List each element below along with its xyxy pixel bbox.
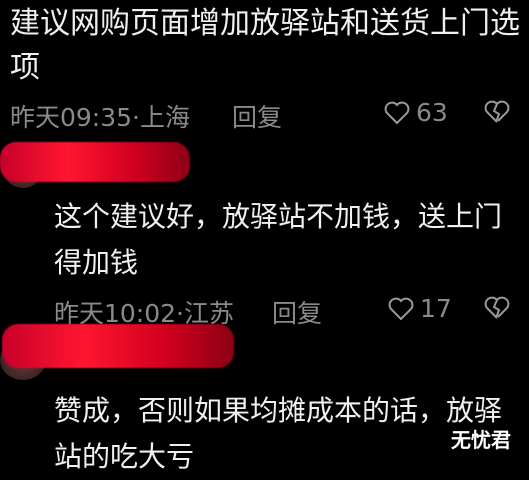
reply-1-dislike-button[interactable] xyxy=(484,296,510,320)
reply-1-like-count: 17 xyxy=(420,294,452,323)
post-dislike-button[interactable] xyxy=(484,100,510,124)
heart-icon xyxy=(384,101,410,125)
post-time-location: 昨天09:35·上海 xyxy=(10,103,190,132)
heart-icon xyxy=(388,297,414,321)
post-like-count: 63 xyxy=(416,98,448,127)
watermark: 无忧君 xyxy=(451,428,511,452)
reply-1-like-button[interactable]: 17 xyxy=(388,294,452,323)
post-like-button[interactable]: 63 xyxy=(384,98,448,127)
reply-1-reply-button[interactable]: 回复 xyxy=(272,294,322,330)
broken-heart-icon xyxy=(484,296,510,319)
post-text: 建议网购页面增加放驿站和送货上门选项 xyxy=(10,6,520,85)
redacted-username xyxy=(2,324,234,368)
reply-2-text: 赞成，否则如果均摊成本的话，放驿站的吃大亏 xyxy=(54,394,503,473)
post-reply-button[interactable]: 回复 xyxy=(232,98,282,134)
redacted-username xyxy=(0,142,190,182)
reply-1-text: 这个建议好，放驿站不加钱，送上门得加钱 xyxy=(54,200,503,279)
broken-heart-icon xyxy=(484,100,510,123)
